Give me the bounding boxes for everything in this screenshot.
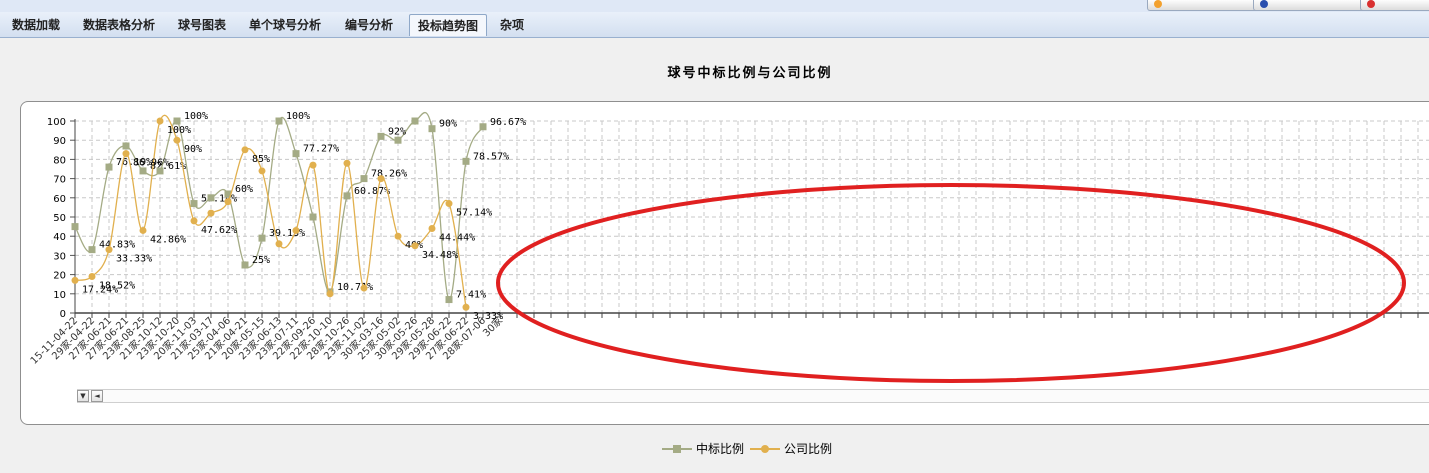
series1-point: [479, 123, 487, 131]
data-label: 92%: [388, 126, 406, 137]
data-label: 44.83%: [99, 240, 135, 251]
series2-point: [71, 276, 79, 284]
series1-point: [258, 234, 266, 242]
data-label: 85%: [252, 154, 270, 165]
data-label: 77.27%: [303, 144, 339, 155]
y-tick-label: 0: [60, 309, 66, 320]
data-label: 57.14%: [456, 208, 492, 219]
data-label: 34.48%: [422, 250, 458, 261]
series1-point: [71, 223, 79, 231]
series2-point: [122, 150, 130, 158]
series2-point: [445, 200, 453, 208]
data-label: 60%: [235, 184, 253, 195]
series2-point: [173, 136, 181, 144]
data-label: 3.33%: [473, 311, 503, 322]
series2-point: [258, 167, 266, 175]
series1-point: [462, 157, 470, 165]
data-label: 44.44%: [439, 233, 475, 244]
series1-point: [360, 175, 368, 183]
series2-point: [462, 303, 470, 311]
series2-point: [275, 240, 283, 248]
series2-point: [309, 161, 317, 169]
series1-point: [122, 142, 130, 150]
data-label: 100%: [184, 111, 208, 122]
data-label: 60.87%: [354, 186, 390, 197]
series2-point: [411, 242, 419, 250]
y-tick-label: 50: [53, 213, 66, 224]
series1-point: [292, 150, 300, 158]
series1-point: [241, 261, 249, 269]
scroll-left-button[interactable]: ◄: [91, 390, 103, 402]
series2-point: [428, 225, 436, 233]
series2-point: [139, 226, 147, 234]
series2-point: [292, 226, 300, 234]
series1-point: [377, 132, 385, 140]
data-label: 57.14%: [201, 194, 237, 205]
series2-point: [156, 117, 164, 125]
series1-point: [190, 200, 198, 208]
annotation-ellipse: [496, 183, 1406, 383]
data-label: 47.62%: [201, 225, 237, 236]
y-tick-label: 90: [53, 136, 66, 147]
chart-horizontal-scrollbar[interactable]: ▼ ◄: [77, 389, 1429, 403]
scroll-menu-button[interactable]: ▼: [77, 390, 89, 402]
data-label: 96.67%: [490, 117, 526, 128]
data-label: 90%: [439, 119, 457, 130]
y-tick-label: 30: [53, 251, 66, 262]
y-tick-label: 40: [53, 232, 66, 243]
series2-point: [326, 290, 334, 298]
series-line-2: [74, 114, 467, 308]
series2-point: [343, 159, 351, 167]
series1-point: [275, 117, 283, 125]
data-label: 25%: [252, 255, 270, 266]
y-tick-label: 20: [53, 271, 66, 282]
series1-point: [394, 136, 402, 144]
data-label: 86.96%: [133, 158, 169, 169]
legend-label-series2: 公司比例: [784, 442, 833, 456]
y-tick-label: 10: [53, 290, 66, 301]
series2-point: [190, 217, 198, 225]
data-label: 42.86%: [150, 234, 186, 245]
series2-point: [88, 273, 96, 281]
series1-point: [207, 194, 215, 202]
legend-circle-marker: [761, 445, 769, 453]
series1-point: [428, 125, 436, 133]
data-label: 100%: [167, 125, 191, 136]
series1-point: [343, 192, 351, 200]
data-label: 78.57%: [473, 151, 509, 162]
series2-point: [224, 198, 232, 206]
series1-point: [88, 246, 96, 254]
series2-point: [377, 175, 385, 183]
data-label: 7.41%: [456, 290, 486, 301]
series1-point: [309, 213, 317, 221]
y-tick-label: 100: [47, 117, 66, 128]
legend-label-series1: 中标比例: [696, 442, 745, 456]
data-label: 33.33%: [116, 254, 152, 265]
y-tick-label: 70: [53, 175, 66, 186]
series2-point: [394, 232, 402, 240]
data-label: 78.26%: [371, 169, 407, 180]
y-tick-label: 60: [53, 194, 66, 205]
data-label: 18.52%: [99, 281, 135, 292]
series2-point: [105, 246, 113, 254]
data-label: 10.71%: [337, 282, 373, 293]
data-label: 90%: [184, 144, 202, 155]
legend-square-marker: [673, 445, 681, 453]
series2-point: [241, 146, 249, 154]
y-tick-label: 80: [53, 155, 66, 166]
series1-point: [411, 117, 419, 125]
series1-point: [173, 117, 181, 125]
data-label: 100%: [286, 111, 310, 122]
series2-point: [360, 284, 368, 292]
series1-point: [445, 296, 453, 304]
series1-point: [105, 163, 113, 171]
series2-point: [207, 209, 215, 217]
